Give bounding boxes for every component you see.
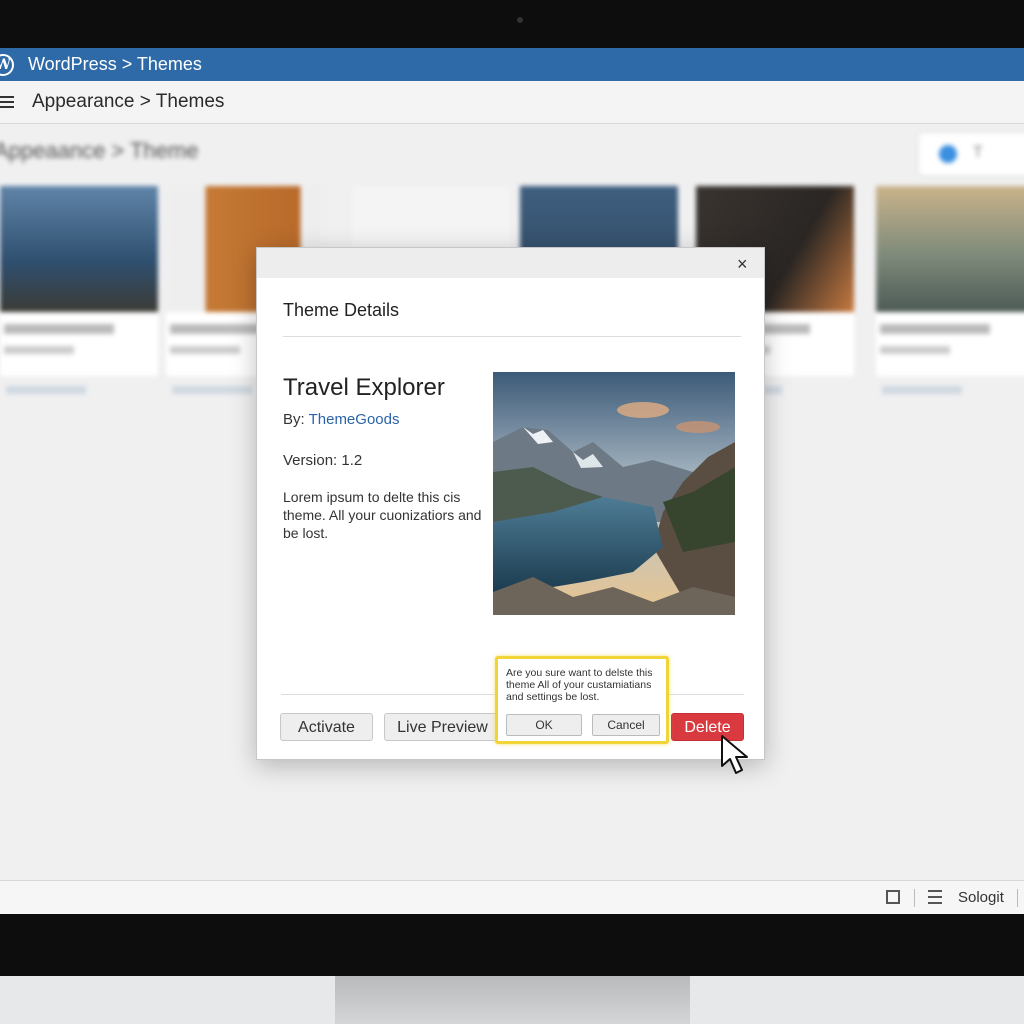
breadcrumb-bar: Appearance > Themes — [0, 81, 1024, 124]
menu-icon[interactable] — [0, 96, 14, 108]
status-bar: Sologit — [0, 880, 1024, 914]
theme-thumbnail — [876, 186, 1024, 312]
author-link[interactable]: ThemeGoods — [309, 411, 400, 428]
monitor-stand — [335, 976, 690, 1024]
monitor-bezel-top — [0, 0, 1024, 48]
mouse-cursor-icon — [721, 735, 748, 774]
status-bar-label[interactable]: Sologit — [958, 889, 1004, 906]
theme-card[interactable] — [0, 186, 158, 394]
theme-card[interactable] — [876, 186, 1024, 394]
wordpress-logo-icon[interactable]: W — [0, 53, 14, 76]
webcam — [517, 17, 523, 23]
theme-name: Travel Explorer — [283, 374, 445, 401]
add-theme-box[interactable]: T — [918, 132, 1024, 176]
theme-author: By: ThemeGoods — [283, 411, 399, 428]
live-preview-button[interactable]: Live Preview — [384, 713, 501, 741]
close-icon[interactable]: × — [737, 254, 748, 275]
confirm-ok-button[interactable]: OK — [506, 714, 582, 736]
wordpress-admin-bar: W WordPress > Themes — [0, 48, 1024, 81]
delete-confirmation-popup: Are you sure want to delste this theme A… — [495, 656, 669, 744]
add-theme-label: T — [973, 144, 983, 161]
confirm-cancel-button[interactable]: Cancel — [592, 714, 660, 736]
grid-view-icon[interactable] — [886, 890, 900, 904]
add-icon — [939, 145, 957, 163]
monitor-bezel-bottom — [0, 914, 1024, 976]
theme-screenshot — [493, 372, 735, 615]
list-view-icon[interactable] — [928, 890, 942, 904]
divider — [283, 336, 741, 337]
modal-title-bar — [257, 248, 764, 278]
admin-bar-title[interactable]: WordPress > Themes — [28, 54, 202, 75]
author-prefix: By: — [283, 411, 305, 428]
theme-details-modal: × Theme Details Travel Explorer By: Them… — [256, 247, 765, 760]
theme-thumbnail — [0, 186, 158, 312]
activate-button[interactable]: Activate — [280, 713, 373, 741]
page-title: Appeaance > Theme — [0, 138, 199, 163]
breadcrumb: Appearance > Themes — [32, 91, 225, 112]
theme-description: Lorem ipsum to delte this cis theme. All… — [283, 489, 482, 541]
modal-heading: Theme Details — [283, 300, 400, 320]
theme-version: Version: 1.2 — [283, 452, 363, 469]
confirm-message: Are you sure want to delste this theme A… — [506, 667, 653, 703]
